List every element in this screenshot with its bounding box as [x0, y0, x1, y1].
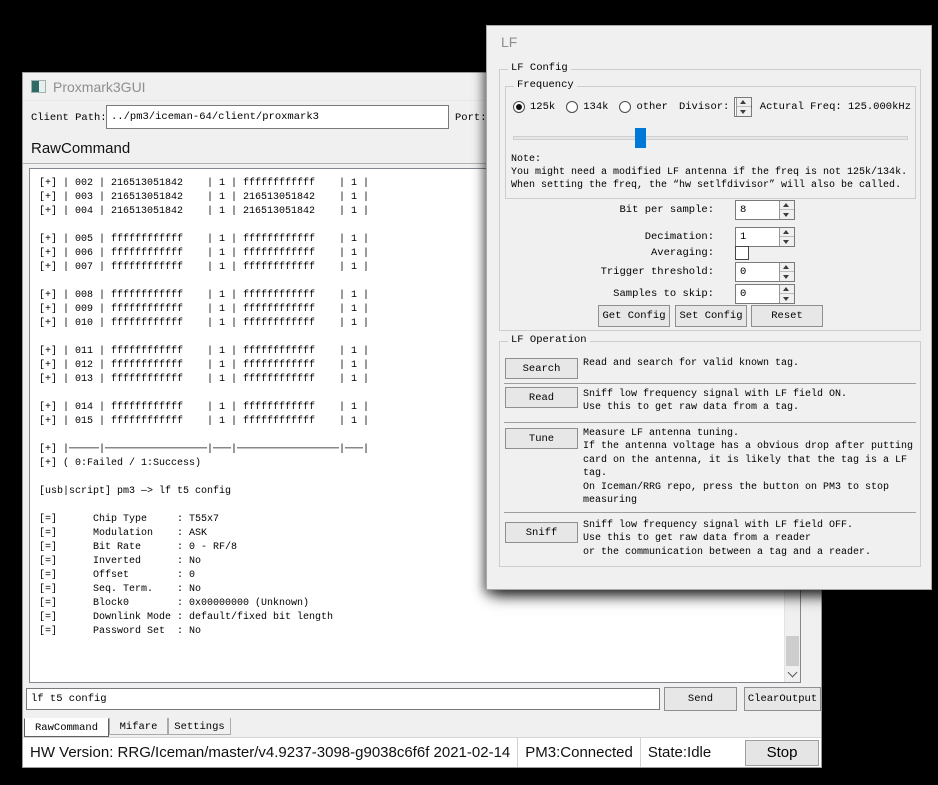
client-path-input[interactable] — [106, 105, 449, 129]
hw-version-status: HW Version: RRG/Iceman/master/v4.9237-30… — [23, 744, 517, 761]
stop-button[interactable]: Stop — [745, 740, 819, 766]
field-samples-to-skip: Samples to skip: 0 — [500, 284, 920, 304]
spin-down-icon[interactable] — [780, 294, 794, 303]
lf-config-label: LF Config — [508, 62, 571, 74]
tab-settings[interactable]: Settings — [168, 718, 231, 735]
divisor-label: Divisor: — [679, 101, 729, 113]
spin-buttons[interactable] — [779, 228, 794, 246]
radio-other-circle — [619, 101, 631, 113]
slider-groove — [513, 136, 908, 140]
frequency-radio-row: 125k 134k other Divisor: 95 Actural Freq… — [513, 97, 911, 117]
clear-output-button[interactable]: ClearOutput — [744, 687, 821, 711]
field-bit-per-sample: Bit per sample: 8 — [500, 200, 920, 220]
lf-dialog-titlebar[interactable]: LF — [487, 26, 931, 56]
radio-134k-label: 134k — [583, 101, 608, 113]
app-icon — [31, 80, 46, 93]
search-description: Read and search for valid known tag. — [583, 357, 799, 370]
lf-operation-group: LF Operation Search Read and search for … — [499, 341, 921, 567]
decimation-spinbox[interactable]: 1 — [735, 227, 795, 247]
field-decimation: Decimation: 1 — [500, 227, 920, 247]
operation-search-row: Search Read and search for valid known t… — [505, 354, 914, 383]
spin-up-icon[interactable] — [737, 98, 751, 107]
operation-read-row: Read Sniff low frequency signal with LF … — [505, 383, 914, 422]
frequency-group: Frequency 125k 134k other Divisor: 95 — [505, 86, 916, 199]
lf-dialog-title: LF — [501, 34, 517, 50]
decimation-value: 1 — [740, 231, 746, 243]
spin-up-icon[interactable] — [780, 201, 794, 210]
frequency-slider-handle[interactable] — [635, 128, 646, 148]
decimation-label: Decimation: — [645, 231, 714, 243]
tab-mifare[interactable]: Mifare — [109, 718, 168, 735]
client-path-label: Client Path: — [31, 112, 107, 124]
radio-125k-label: 125k — [530, 101, 555, 113]
radio-other[interactable]: other — [619, 101, 668, 113]
get-config-button[interactable]: Get Config — [598, 305, 670, 327]
radio-134k[interactable]: 134k — [566, 101, 608, 113]
command-input[interactable] — [26, 688, 660, 710]
tune-button[interactable]: Tune — [505, 428, 578, 449]
operation-sniff-row: Sniff Sniff low frequency signal with LF… — [505, 512, 914, 566]
tab-rawcommand[interactable]: RawCommand — [24, 718, 109, 737]
samples-to-skip-value: 0 — [740, 288, 746, 300]
frequency-label: Frequency — [514, 79, 577, 91]
divisor-spin-buttons[interactable] — [736, 98, 751, 116]
bottom-tab-bar: RawCommand Mifare Settings — [23, 718, 821, 738]
tune-description: Measure LF antenna tuning. If the antenn… — [583, 427, 913, 507]
lf-dialog-window: LF LF Config Frequency 125k 134k other D… — [486, 25, 932, 590]
bit-per-sample-label: Bit per sample: — [619, 204, 714, 216]
trigger-threshold-spinbox[interactable]: 0 — [735, 262, 795, 282]
trigger-threshold-value: 0 — [740, 266, 746, 278]
status-bar: HW Version: RRG/Iceman/master/v4.9237-30… — [23, 737, 821, 767]
frequency-note: Note: You might need a modified LF anten… — [511, 153, 907, 192]
spin-up-icon[interactable] — [780, 263, 794, 272]
sniff-button[interactable]: Sniff — [505, 522, 578, 543]
averaging-label: Averaging: — [651, 247, 714, 259]
radio-other-label: other — [636, 101, 668, 113]
radio-134k-circle — [566, 101, 578, 113]
divisor-spinbox[interactable]: 95 — [734, 97, 751, 117]
radio-125k-circle — [513, 101, 525, 113]
field-trigger-threshold: Trigger threshold: 0 — [500, 262, 920, 282]
pm3-connection-status: PM3:Connected — [518, 744, 640, 761]
read-button[interactable]: Read — [505, 387, 578, 408]
actual-freq-label: Actural Freq: 125.000kHz — [760, 101, 911, 113]
radio-125k[interactable]: 125k — [513, 101, 555, 113]
spin-buttons[interactable] — [779, 201, 794, 219]
spin-buttons[interactable] — [779, 263, 794, 281]
spin-down-icon[interactable] — [780, 272, 794, 281]
spin-down-icon[interactable] — [737, 107, 751, 116]
scrollbar-thumb[interactable] — [786, 636, 799, 666]
lf-config-group: LF Config Frequency 125k 134k other Divi… — [499, 69, 921, 331]
frequency-slider[interactable] — [513, 128, 908, 148]
operation-tune-row: Tune Measure LF antenna tuning. If the a… — [505, 422, 914, 512]
bit-per-sample-spinbox[interactable]: 8 — [735, 200, 795, 220]
set-config-button[interactable]: Set Config — [675, 305, 747, 327]
spin-up-icon[interactable] — [780, 285, 794, 294]
spin-up-icon[interactable] — [780, 228, 794, 237]
read-description: Sniff low frequency signal with LF field… — [583, 388, 847, 415]
samples-to-skip-label: Samples to skip: — [613, 288, 714, 300]
lf-operation-label: LF Operation — [508, 334, 590, 346]
reset-button[interactable]: Reset — [751, 305, 823, 327]
spin-down-icon[interactable] — [780, 210, 794, 219]
averaging-checkbox[interactable] — [735, 246, 749, 260]
search-button[interactable]: Search — [505, 358, 578, 379]
send-button[interactable]: Send — [664, 687, 737, 711]
state-status: State:Idle — [641, 744, 718, 761]
spin-buttons[interactable] — [779, 285, 794, 303]
samples-to-skip-spinbox[interactable]: 0 — [735, 284, 795, 304]
bit-per-sample-value: 8 — [740, 204, 746, 216]
scroll-down-icon[interactable] — [785, 667, 800, 682]
spin-down-icon[interactable] — [780, 237, 794, 246]
port-label: Port: — [455, 112, 487, 124]
trigger-threshold-label: Trigger threshold: — [601, 266, 714, 278]
main-window-title: Proxmark3GUI — [53, 79, 146, 95]
sniff-description: Sniff low frequency signal with LF field… — [583, 519, 871, 559]
